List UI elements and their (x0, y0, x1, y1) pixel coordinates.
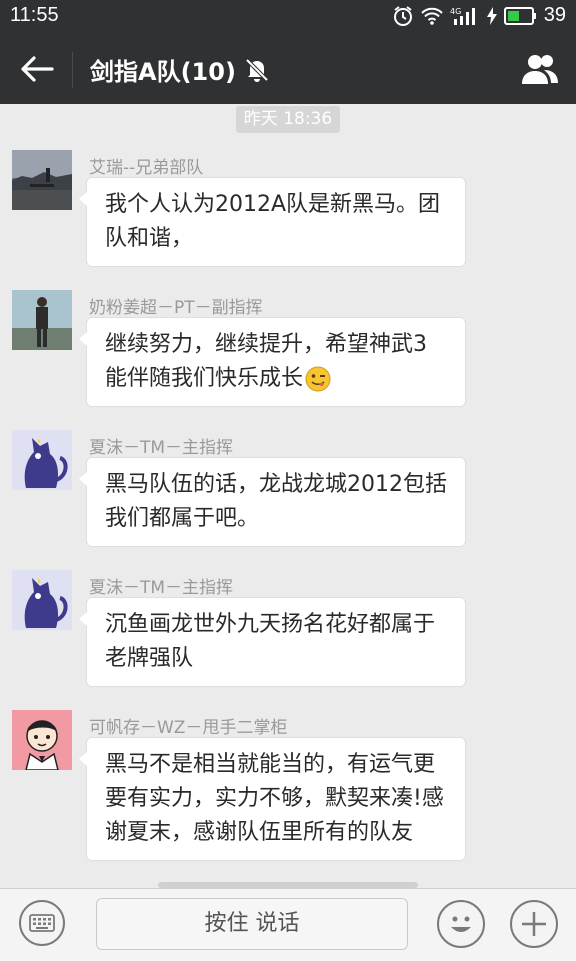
message-line: 黑马不是相当就能当的，有运气更 (105, 752, 436, 777)
mute-bell-icon (245, 58, 269, 82)
group-name: 剑指A队(10) (90, 58, 236, 86)
tongue-wink-emoji-icon (305, 366, 331, 392)
message-line: 沉鱼画龙世外九天扬名花好都属于 (105, 612, 436, 637)
avatar[interactable] (12, 150, 72, 210)
message-bubble[interactable]: 继续努力，继续提升，希望神武3 能伴随我们快乐成长 (79, 317, 466, 407)
message-line: 队和谐， (105, 226, 194, 251)
alarm-icon (393, 5, 412, 26)
sender-name: 奶粉姜超－PT－副指挥 (89, 298, 263, 318)
back-arrow-icon[interactable] (18, 53, 54, 85)
message-line: 能伴随我们快乐成长 (105, 362, 447, 396)
message-line: 继续努力，继续提升，希望神武3 (105, 332, 427, 357)
keyboard-toggle-button[interactable] (19, 900, 65, 946)
message-line: 要有实力，实力不够，默契来凑!感 (105, 786, 444, 811)
chat-header: 剑指A队(10) (0, 34, 576, 104)
sender-name: 夏沫－TM－主指挥 (89, 578, 234, 598)
message-line: 谢夏末，感谢队伍里所有的队友 (105, 820, 414, 845)
status-bar: 11:55 4G 39 (0, 0, 576, 34)
wifi-icon (421, 7, 443, 25)
message-bubble[interactable]: 黑马不是相当就能当的，有运气更 要有实力，实力不够，默契来凑!感 谢夏末，感谢队… (79, 737, 466, 861)
emoji-button[interactable] (437, 900, 485, 948)
avatar[interactable] (12, 430, 72, 490)
avatar[interactable] (12, 570, 72, 630)
header-divider (72, 52, 73, 88)
plus-icon (522, 912, 546, 936)
status-time: 11:55 (10, 4, 59, 26)
message-bubble[interactable]: 黑马队伍的话，龙战龙城2012包括 我们都属于吧。 (79, 457, 466, 547)
message-text: 能伴随我们快乐成长 (105, 366, 304, 391)
avatar[interactable] (12, 290, 72, 350)
message-line: 我们都属于吧。 (105, 506, 260, 531)
message-line: 老牌强队 (105, 646, 194, 671)
avatar[interactable] (12, 710, 72, 770)
sender-name: 可帆存－WZ－甩手二掌柜 (89, 718, 288, 738)
message-bubble[interactable]: 沉鱼画龙世外九天扬名花好都属于 老牌强队 (79, 597, 466, 687)
signal-4g-icon: 4G (450, 7, 475, 25)
battery-level: 39 (543, 4, 566, 26)
status-icons: 4G 39 (392, 4, 566, 27)
message-line: 我个人认为2012A队是新黑马。团 (105, 192, 441, 217)
sender-name: 艾瑞--兄弟部队 (89, 158, 204, 178)
message-timestamp: 昨天 18:36 (236, 106, 340, 133)
group-members-icon[interactable] (520, 52, 560, 86)
message-line: 黑马队伍的话，龙战龙城2012包括 (105, 472, 447, 497)
message-bubble[interactable]: 我个人认为2012A队是新黑马。团 队和谐， (79, 177, 466, 267)
more-options-button[interactable] (510, 900, 558, 948)
sender-name: 夏沫－TM－主指挥 (89, 438, 234, 458)
chat-title: 剑指A队(10) (90, 52, 270, 87)
battery-icon (503, 6, 536, 25)
hold-to-talk-button[interactable]: 按住 说话 (96, 898, 408, 950)
keyboard-icon (29, 914, 55, 932)
emoji-face-icon (451, 916, 471, 932)
charging-icon (486, 6, 497, 25)
svg-text:4G: 4G (450, 7, 461, 16)
